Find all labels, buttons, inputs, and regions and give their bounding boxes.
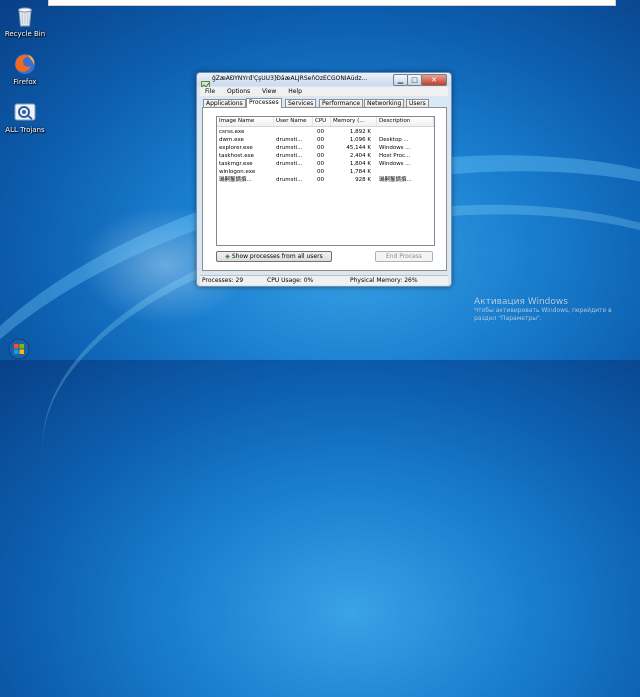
process-description: Host Proc...	[379, 153, 411, 159]
process-name: 璣嗣鬣鏑撰...	[219, 177, 252, 183]
task-manager-window[interactable]: ĝŽæÃÐŸÑÝrđ'ÇşÜÜ3]ÐåæÃLJRŠeňÖzÉCGÖÑÌÃüdz.…	[196, 72, 452, 287]
process-memory: 1,096 K	[349, 137, 371, 143]
firefox-icon	[13, 52, 37, 76]
column-description[interactable]: Description	[377, 117, 434, 126]
process-memory: 1,804 K	[349, 161, 371, 167]
recycle-bin-icon	[13, 4, 37, 28]
status-processes: Processes: 29	[202, 277, 244, 284]
close-icon: ✕	[431, 76, 437, 84]
process-user: drumsti...	[276, 137, 303, 143]
table-row[interactable]: csrss.exe 00 1,892 K	[217, 128, 434, 136]
process-name: dwm.exe	[219, 137, 244, 143]
show-all-users-button[interactable]: ◈ Show processes from all users	[216, 251, 332, 262]
tab-processes[interactable]: Processes	[246, 98, 282, 108]
menu-help[interactable]: Help	[283, 88, 307, 95]
maximize-icon: □	[411, 76, 418, 84]
process-memory: 2,404 K	[349, 153, 371, 159]
process-description: Windows ...	[379, 145, 411, 151]
process-description: Desktop ...	[379, 137, 409, 143]
process-memory: 928 K	[355, 177, 371, 183]
process-description: 璣嗣鬣鏑撰...	[379, 177, 412, 183]
process-description: Windows ...	[379, 161, 411, 167]
process-memory: 1,892 K	[349, 129, 371, 135]
process-cpu: 00	[317, 145, 324, 151]
process-user: drumsti...	[276, 177, 303, 183]
desktop-icon-all-trojans[interactable]: ALL Trojans	[0, 100, 50, 135]
table-row[interactable]: 璣嗣鬣鏑撰... drumsti... 00 928 K 璣嗣鬣鏑撰...	[217, 176, 434, 184]
table-row[interactable]: taskhost.exe drumsti... 00 2,404 K Host …	[217, 152, 434, 160]
process-cpu: 00	[317, 161, 324, 167]
show-all-users-label: Show processes from all users	[231, 253, 323, 260]
status-bar: Processes: 29 CPU Usage: 0% Physical Mem…	[200, 275, 448, 285]
window-title: ĝŽæÃÐŸÑÝrđ'ÇşÜÜ3]ÐåæÃLJRŠeňÖzÉCGÖÑÌÃüdz.…	[212, 75, 368, 82]
process-memory: 1,784 K	[349, 169, 371, 175]
desktop-icon-recycle-bin[interactable]: Recycle Bin	[0, 4, 50, 39]
activation-line: Чтобы активировать Windows, перейдите в	[474, 307, 612, 314]
column-image-name[interactable]: Image Name	[217, 117, 274, 126]
process-name: winlogon.exe	[219, 169, 256, 175]
process-name: taskhost.exe	[219, 153, 254, 159]
desktop-icon-firefox[interactable]: Firefox	[0, 52, 50, 87]
process-list[interactable]: Image Name User Name CPU Memory (... Des…	[216, 116, 435, 246]
windows-logo-icon	[8, 338, 30, 360]
column-user-name[interactable]: User Name	[274, 117, 313, 126]
process-cpu: 00	[317, 137, 324, 143]
process-user: drumsti...	[276, 145, 303, 151]
process-cpu: 00	[317, 153, 324, 159]
close-button[interactable]: ✕	[421, 74, 447, 86]
process-name: csrss.exe	[219, 129, 245, 135]
column-cpu[interactable]: CPU	[313, 117, 331, 126]
desktop-icon-label: Recycle Bin	[4, 30, 46, 38]
task-manager-icon	[201, 75, 210, 90]
menu-options[interactable]: Options	[222, 88, 255, 95]
minimize-icon: ▁	[397, 76, 404, 84]
process-memory: 45,144 K	[346, 145, 371, 151]
table-row[interactable]: dwm.exe drumsti... 00 1,096 K Desktop ..…	[217, 136, 434, 144]
table-row[interactable]: taskmgr.exe drumsti... 00 1,804 K Window…	[217, 160, 434, 168]
maximize-button[interactable]: □	[407, 74, 422, 86]
process-cpu: 00	[317, 177, 324, 183]
start-button[interactable]	[5, 338, 33, 360]
desktop-icon-label: ALL Trojans	[5, 126, 45, 134]
menu-bar: File Options View Help	[200, 87, 448, 96]
activation-watermark: Активация Windows Чтобы активировать Win…	[474, 297, 612, 323]
table-row[interactable]: winlogon.exe 00 1,784 K	[217, 168, 434, 176]
trojans-icon	[13, 100, 37, 124]
title-bar[interactable]: ĝŽæÃÐŸÑÝrđ'ÇşÜÜ3]ÐåæÃLJRŠeňÖzÉCGÖÑÌÃüdz.…	[197, 73, 451, 90]
end-process-button[interactable]: End Process	[375, 251, 433, 262]
process-name: explorer.exe	[219, 145, 253, 151]
process-cpu: 00	[317, 169, 324, 175]
table-row[interactable]: explorer.exe drumsti... 00 45,144 K Wind…	[217, 144, 434, 152]
top-window-edge	[48, 0, 616, 6]
shield-icon: ◈	[225, 253, 230, 260]
process-user: drumsti...	[276, 161, 303, 167]
menu-file[interactable]: File	[200, 88, 220, 95]
process-user: drumsti...	[276, 153, 303, 159]
activation-title: Активация Windows	[474, 297, 568, 307]
column-memory[interactable]: Memory (...	[331, 117, 377, 126]
activation-line: раздел "Параметры".	[474, 315, 542, 322]
status-cpu-usage: CPU Usage: 0%	[267, 277, 314, 284]
desktop-icon-label: Firefox	[13, 78, 37, 86]
process-cpu: 00	[317, 129, 324, 135]
processes-panel: Image Name User Name CPU Memory (... Des…	[202, 107, 447, 271]
menu-view[interactable]: View	[257, 88, 281, 95]
column-header-row: Image Name User Name CPU Memory (... Des…	[217, 117, 434, 127]
minimize-button[interactable]: ▁	[393, 74, 408, 86]
status-physical-memory: Physical Memory: 26%	[350, 277, 418, 284]
process-name: taskmgr.exe	[219, 161, 253, 167]
